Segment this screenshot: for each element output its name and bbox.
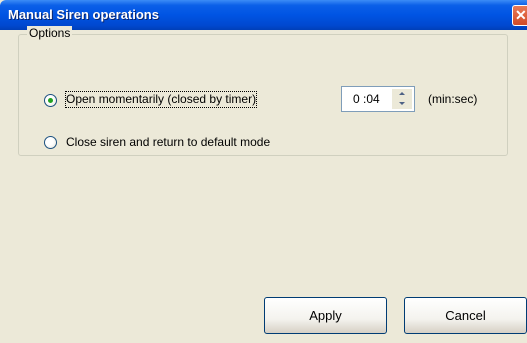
timer-spinner[interactable]: 0 :04 (341, 86, 415, 112)
close-icon: ✕ (515, 7, 527, 23)
open-momentarily-radio[interactable] (44, 94, 57, 107)
apply-button[interactable]: Apply (264, 297, 387, 334)
close-siren-radio[interactable] (44, 136, 57, 149)
spinner-arrows (392, 89, 412, 109)
title-bar[interactable]: Manual Siren operations ✕ (0, 0, 527, 30)
timer-unit-label: (min:sec) (428, 92, 478, 106)
close-button[interactable]: ✕ (512, 5, 527, 26)
options-group-label: Options (27, 26, 73, 40)
spin-up-icon[interactable] (392, 89, 412, 99)
spin-down-icon[interactable] (392, 99, 412, 109)
open-momentarily-label[interactable]: Open momentarily (closed by timer) (64, 91, 258, 108)
window-title: Manual Siren operations (8, 7, 159, 22)
cancel-button[interactable]: Cancel (404, 297, 527, 334)
timer-value[interactable]: 0 :04 (353, 92, 380, 106)
radio-selected-dot (48, 98, 53, 103)
close-siren-label[interactable]: Close siren and return to default mode (66, 135, 270, 150)
